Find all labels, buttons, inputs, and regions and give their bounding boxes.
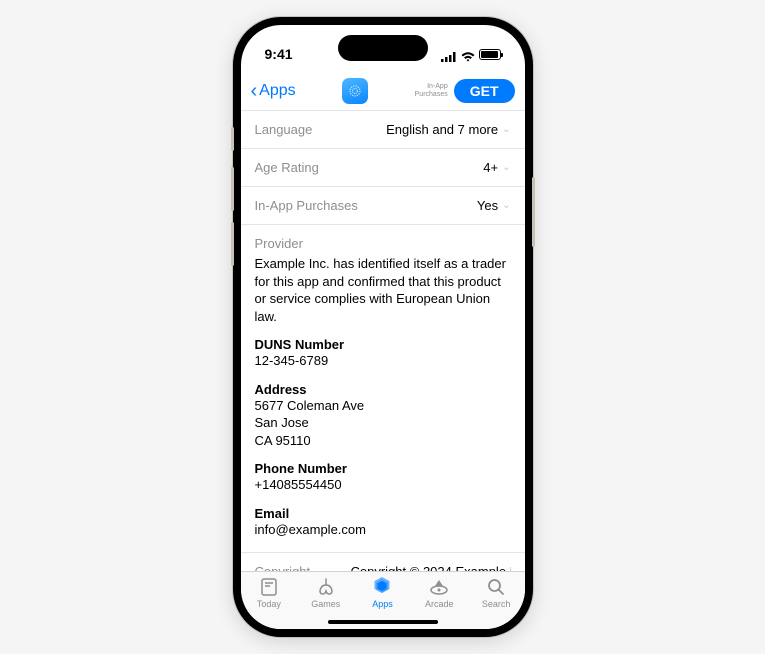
row-iap[interactable]: In-App Purchases Yes ⌄	[241, 187, 525, 225]
iap-note: In-App Purchases	[415, 83, 448, 98]
chevron-down-icon: ⌄	[502, 162, 510, 173]
info-phone: Phone Number +14085554450	[255, 461, 511, 494]
row-label: Age Rating	[255, 160, 319, 175]
search-icon	[484, 576, 508, 598]
content-scroll[interactable]: Language English and 7 more ⌄ Age Rating…	[241, 111, 525, 571]
provider-title: Provider	[255, 236, 511, 251]
row-value: Yes	[477, 198, 498, 213]
info-duns: DUNS Number 12-345-6789	[255, 337, 511, 370]
today-icon	[257, 576, 281, 598]
row-language[interactable]: Language English and 7 more ⌄	[241, 111, 525, 149]
app-icon[interactable]	[342, 78, 368, 104]
row-value: English and 7 more	[386, 122, 498, 137]
games-icon	[314, 576, 338, 598]
chevron-left-icon: ‹	[251, 81, 258, 101]
apps-icon	[370, 576, 394, 598]
phone-frame: 9:41 ‹ Apps	[233, 17, 533, 637]
section-provider: Provider Example Inc. has identified its…	[241, 225, 525, 553]
volume-down-button	[231, 222, 234, 266]
screen: 9:41 ‹ Apps	[241, 25, 525, 629]
tab-label: Search	[482, 599, 511, 609]
tab-today[interactable]: Today	[241, 576, 298, 629]
back-label: Apps	[259, 82, 295, 100]
power-button	[532, 177, 535, 247]
home-indicator	[328, 620, 438, 624]
tab-label: Apps	[372, 599, 393, 609]
row-label: Language	[255, 122, 313, 137]
wifi-icon	[461, 49, 475, 59]
chevron-down-icon: ⌄	[502, 124, 510, 135]
row-label: In-App Purchases	[255, 198, 358, 213]
chevron-down-icon: ⌄	[502, 200, 510, 211]
side-button	[231, 127, 234, 151]
provider-text: Example Inc. has identified itself as a …	[255, 255, 511, 325]
tab-label: Today	[257, 599, 281, 609]
row-copyright[interactable]: Copyright Copyright © 2024 Example I ⌄	[241, 553, 525, 571]
get-button[interactable]: GET	[454, 79, 515, 103]
tab-search[interactable]: Search	[468, 576, 525, 629]
dynamic-island	[338, 35, 428, 61]
arcade-icon	[427, 576, 451, 598]
tab-label: Arcade	[425, 599, 454, 609]
info-address: Address 5677 Coleman Ave San Jose CA 951…	[255, 382, 511, 450]
row-age-rating[interactable]: Age Rating 4+ ⌄	[241, 149, 525, 187]
volume-up-button	[231, 167, 234, 211]
info-email: Email info@example.com	[255, 506, 511, 539]
cellular-signal-icon	[441, 49, 457, 59]
row-value: 4+	[483, 160, 498, 175]
back-button[interactable]: ‹ Apps	[251, 81, 296, 101]
nav-bar: ‹ Apps In-App Purchases GET	[241, 71, 525, 111]
tab-label: Games	[311, 599, 340, 609]
battery-icon	[479, 49, 501, 60]
